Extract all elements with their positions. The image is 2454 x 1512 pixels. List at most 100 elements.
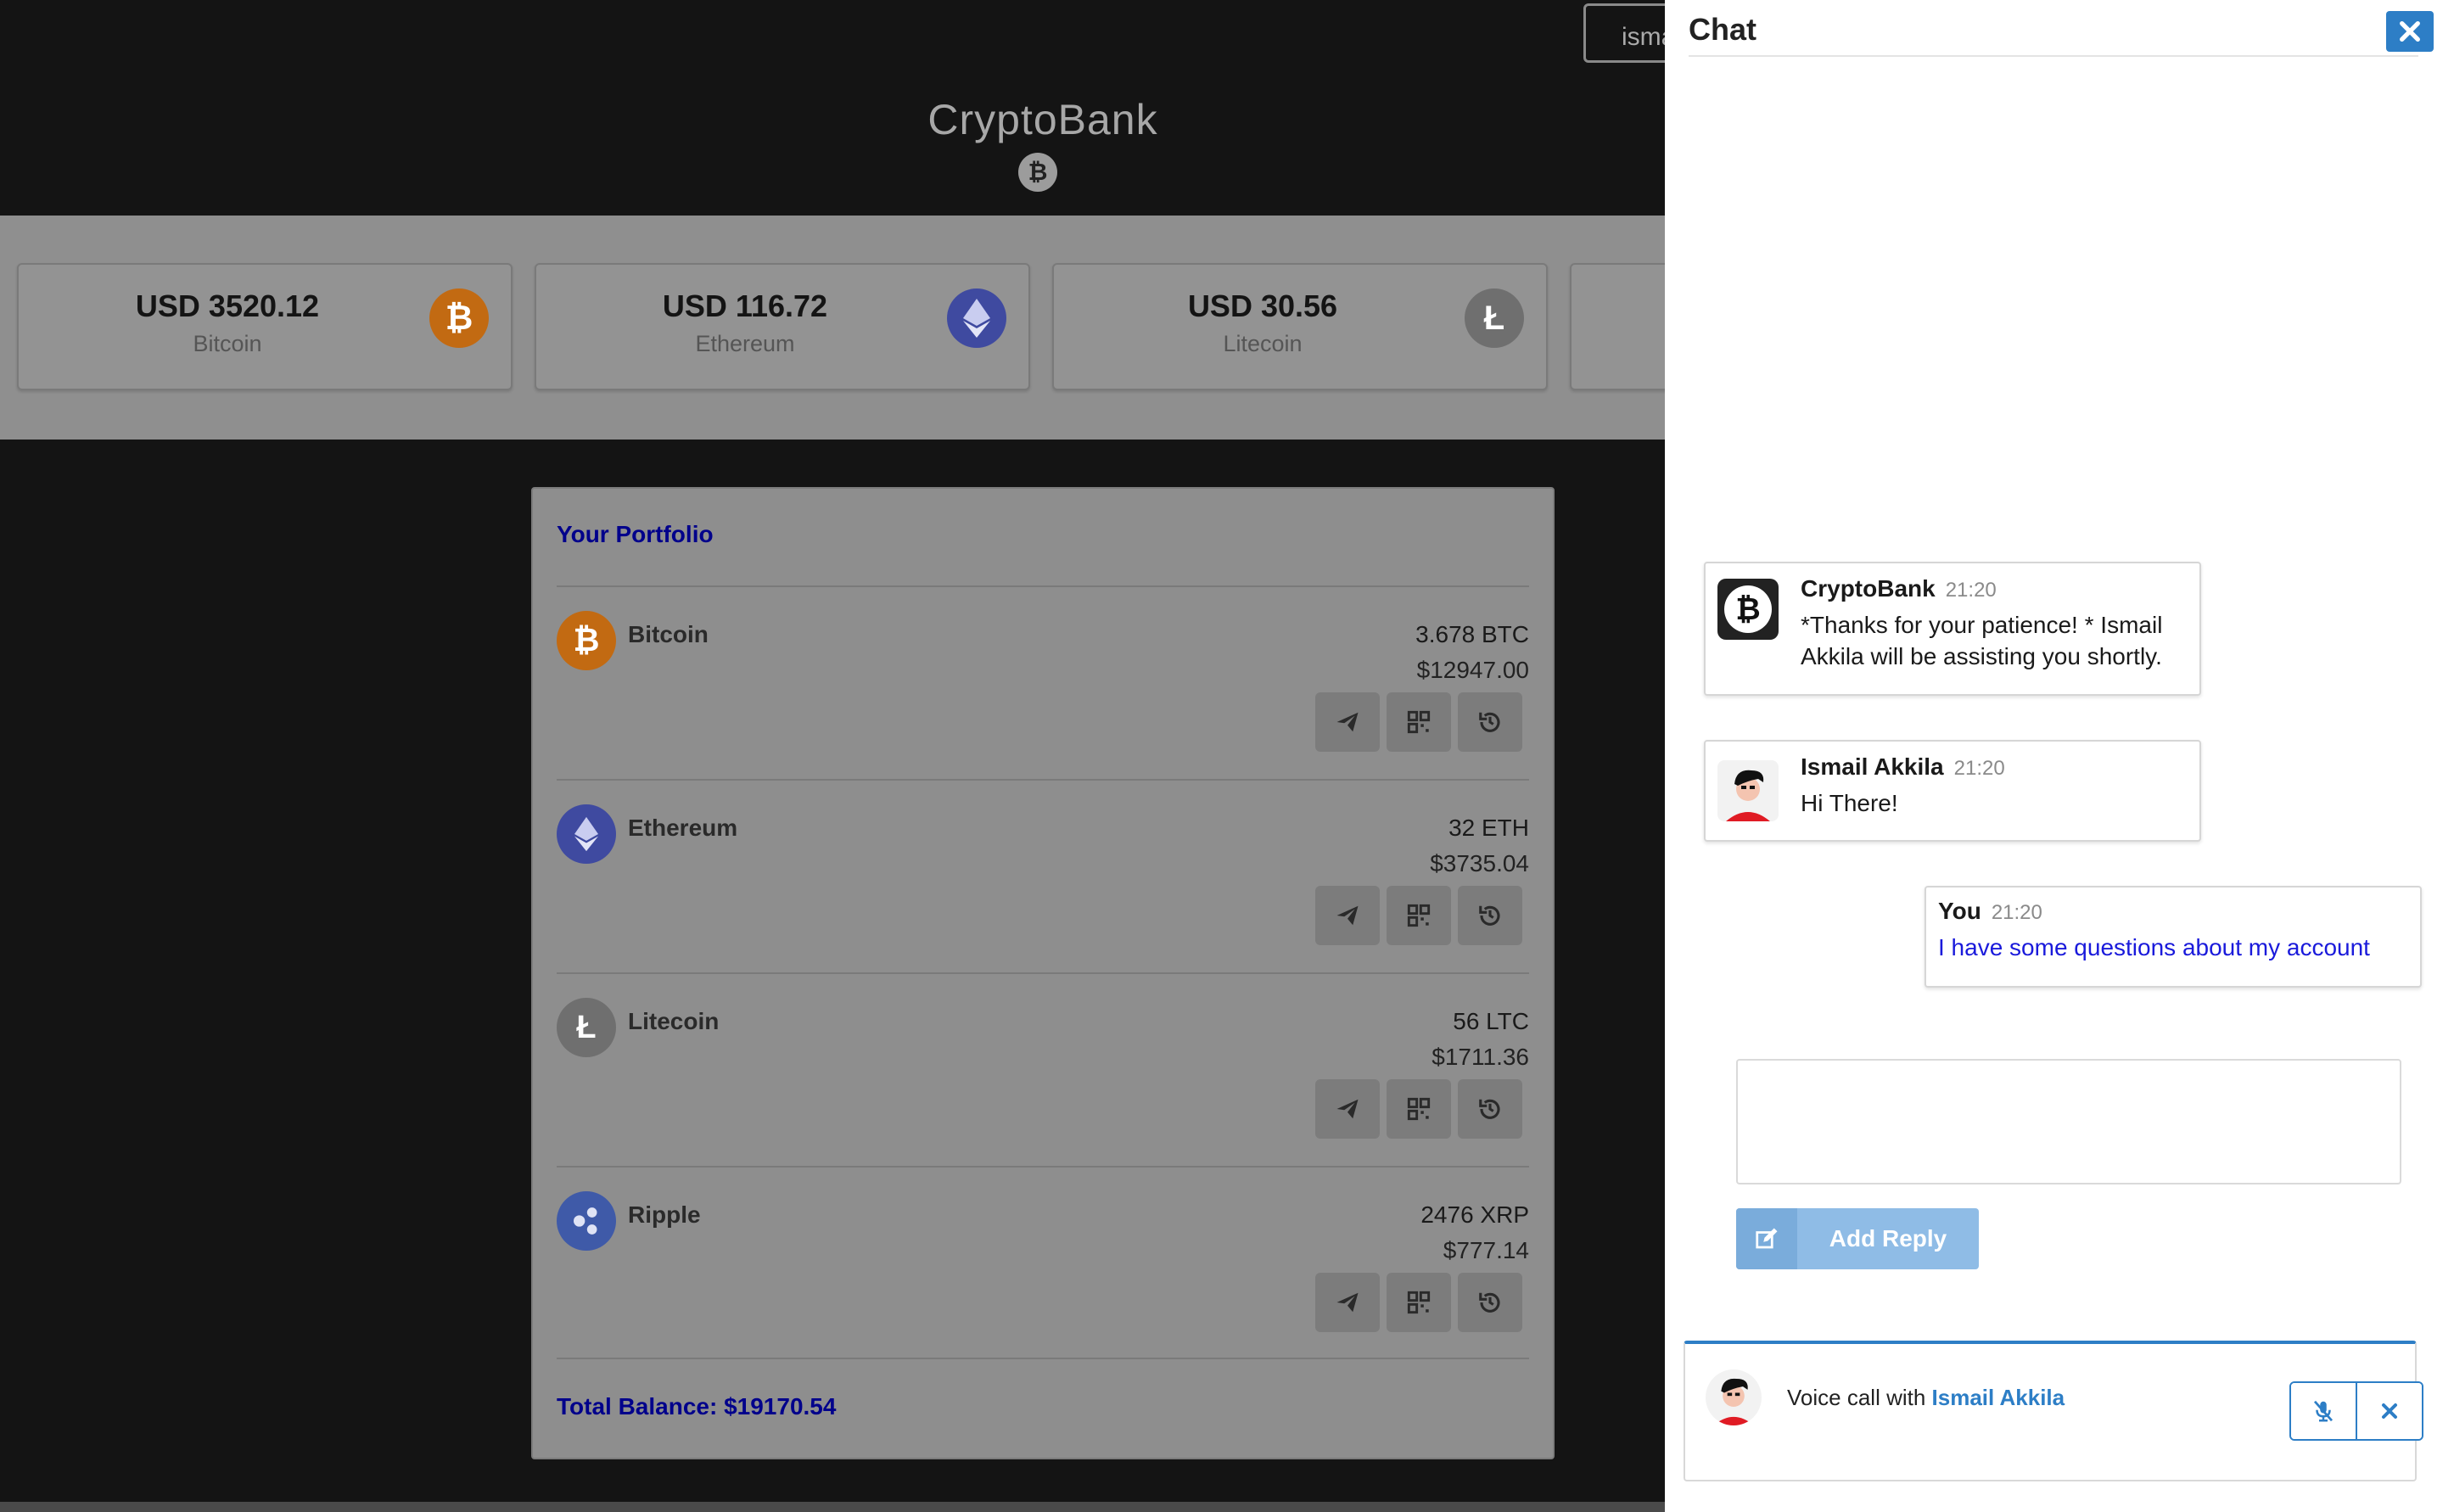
coin-amount: 32 ETH bbox=[1448, 815, 1529, 841]
ticker-price: USD 30.56 bbox=[1187, 288, 1338, 323]
litecoin-icon: Ł bbox=[1465, 288, 1524, 348]
chat-message: Ismail Akkila 21:20 Hi There! bbox=[1704, 740, 2201, 842]
ticker-card-partial[interactable] bbox=[1570, 263, 1665, 390]
header: CryptoBank ₿ isma bbox=[0, 0, 1665, 216]
coin-usd-value: $777.14 bbox=[1443, 1237, 1529, 1263]
history-icon bbox=[1479, 905, 1500, 926]
divider bbox=[1689, 55, 2418, 57]
page-bottom-strip bbox=[0, 1502, 1665, 1512]
paper-plane-icon bbox=[1336, 1099, 1359, 1119]
history-button[interactable] bbox=[1458, 1273, 1522, 1332]
bitcoin-logo-icon: ₿ bbox=[1018, 153, 1057, 192]
price-ticker-strip: USD 3520.12 Bitcoin ₿ USD 116.72 Ethereu… bbox=[0, 216, 1665, 440]
ticker-price: USD 116.72 bbox=[662, 288, 828, 323]
paper-plane-icon bbox=[1336, 1292, 1359, 1313]
history-icon bbox=[1479, 712, 1500, 732]
ticker-price: USD 3520.12 bbox=[135, 288, 320, 323]
message-author: You 21:20 bbox=[1938, 898, 2042, 924]
bitcoin-icon: ₿ bbox=[429, 288, 489, 348]
message-text: *Thanks for your patience! * Ismail Akki… bbox=[1801, 612, 2163, 669]
cryptobank-avatar-icon: ₿ bbox=[1717, 579, 1779, 640]
ticker-coin-name: Litecoin bbox=[1223, 331, 1303, 356]
coin-usd-value: $12947.00 bbox=[1416, 657, 1529, 683]
message-text: I have some questions about my account bbox=[1938, 934, 2370, 960]
send-button[interactable] bbox=[1315, 1079, 1380, 1139]
coin-amount: 2476 XRP bbox=[1420, 1201, 1529, 1228]
chat-panel: Chat ₿ CryptoBank 21:20 *Thanks for your … bbox=[1665, 0, 2454, 1512]
add-reply-label: Add Reply bbox=[1829, 1225, 1947, 1252]
history-button[interactable] bbox=[1458, 1079, 1522, 1139]
coin-name: Litecoin bbox=[628, 1008, 720, 1034]
coin-usd-value: $1711.36 bbox=[1432, 1044, 1529, 1070]
close-chat-button[interactable] bbox=[2386, 11, 2434, 52]
portfolio-row-litecoin: Ł Litecoin 56 LTC $1711.36 bbox=[557, 972, 1529, 1168]
microphone-slash-icon bbox=[2313, 1400, 2334, 1422]
brand-title: CryptoBank bbox=[927, 96, 1158, 143]
qr-code-icon bbox=[1407, 710, 1431, 734]
message-author: CryptoBank 21:20 bbox=[1801, 575, 1997, 602]
voice-call-contact[interactable]: Ismail Akkila bbox=[1932, 1385, 2065, 1410]
voice-call-label: Voice call with Ismail Akkila bbox=[1787, 1385, 2065, 1410]
portfolio-title: Your Portfolio bbox=[557, 521, 714, 547]
history-button[interactable] bbox=[1458, 692, 1522, 752]
ethereum-icon bbox=[947, 288, 1006, 348]
close-icon bbox=[2400, 21, 2420, 42]
bitcoin-icon: ₿ bbox=[557, 611, 616, 670]
end-call-button[interactable] bbox=[2356, 1383, 2422, 1439]
message-author: Ismail Akkila 21:20 bbox=[1801, 753, 2005, 780]
receive-qr-button[interactable] bbox=[1387, 886, 1451, 945]
message-time: 21:20 bbox=[1991, 901, 2042, 924]
mute-button[interactable] bbox=[2291, 1383, 2356, 1439]
message-time: 21:20 bbox=[1953, 757, 2005, 780]
history-button[interactable] bbox=[1458, 886, 1522, 945]
coin-name: Ethereum bbox=[628, 815, 738, 841]
receive-qr-button[interactable] bbox=[1387, 1079, 1451, 1139]
total-balance: Total Balance: $19170.54 bbox=[557, 1393, 837, 1420]
coin-name: Bitcoin bbox=[628, 621, 709, 647]
send-button[interactable] bbox=[1315, 1273, 1380, 1332]
ticker-card-litecoin[interactable]: USD 30.56 Litecoin Ł bbox=[1052, 263, 1548, 390]
add-reply-button[interactable]: Add Reply bbox=[1736, 1208, 1979, 1269]
coin-amount: 3.678 BTC bbox=[1415, 621, 1529, 647]
send-button[interactable] bbox=[1315, 886, 1380, 945]
ticker-card-bitcoin[interactable]: USD 3520.12 Bitcoin ₿ bbox=[17, 263, 513, 390]
ticker-card-ethereum[interactable]: USD 116.72 Ethereum bbox=[535, 263, 1030, 390]
chat-title: Chat bbox=[1689, 12, 1756, 47]
ethereum-icon bbox=[557, 804, 616, 864]
history-icon bbox=[1479, 1292, 1500, 1313]
coin-name: Ripple bbox=[628, 1201, 701, 1228]
agent-avatar-icon bbox=[1706, 1369, 1762, 1425]
app-background: CryptoBank ₿ isma USD 3520.12 Bitcoin ₿ … bbox=[0, 0, 1665, 1512]
qr-code-icon bbox=[1407, 1291, 1431, 1314]
portfolio-row-ripple: Ripple 2476 XRP $777.14 bbox=[557, 1166, 1529, 1361]
portfolio-row-ethereum: Ethereum 32 ETH $3735.04 bbox=[557, 779, 1529, 974]
coin-usd-value: $3735.04 bbox=[1430, 850, 1529, 876]
send-button[interactable] bbox=[1315, 692, 1380, 752]
portfolio-panel: Your Portfolio ₿ Bitcoin 3.678 BTC $1294… bbox=[531, 487, 1555, 1459]
paper-plane-icon bbox=[1336, 905, 1359, 926]
paper-plane-icon bbox=[1336, 712, 1359, 732]
divider bbox=[557, 1358, 1529, 1359]
message-time: 21:20 bbox=[1945, 579, 1997, 602]
portfolio-row-bitcoin: ₿ Bitcoin 3.678 BTC $12947.00 bbox=[557, 585, 1529, 781]
receive-qr-button[interactable] bbox=[1387, 692, 1451, 752]
litecoin-icon: Ł bbox=[557, 998, 616, 1057]
voice-call-controls bbox=[2289, 1381, 2423, 1441]
ripple-icon bbox=[557, 1191, 616, 1251]
ticker-coin-name: Ethereum bbox=[695, 331, 795, 356]
agent-avatar-icon bbox=[1717, 760, 1779, 821]
edit-icon bbox=[1736, 1208, 1797, 1269]
voice-call-bar: Voice call with Ismail Akkila bbox=[1684, 1341, 2423, 1481]
own-chat-message: You 21:20 I have some questions about my … bbox=[1925, 886, 2422, 988]
coin-amount: 56 LTC bbox=[1453, 1008, 1529, 1034]
ticker-coin-name: Bitcoin bbox=[193, 331, 262, 356]
chat-message: ₿ CryptoBank 21:20 *Thanks for your patie… bbox=[1704, 562, 2201, 696]
close-icon bbox=[2382, 1403, 2397, 1419]
message-text: Hi There! bbox=[1801, 790, 1898, 816]
receive-qr-button[interactable] bbox=[1387, 1273, 1451, 1332]
qr-code-icon bbox=[1407, 1097, 1431, 1121]
history-icon bbox=[1479, 1099, 1500, 1119]
qr-code-icon bbox=[1407, 904, 1431, 927]
user-menu-button[interactable]: isma bbox=[1583, 3, 1665, 63]
reply-input[interactable] bbox=[1736, 1059, 2401, 1184]
